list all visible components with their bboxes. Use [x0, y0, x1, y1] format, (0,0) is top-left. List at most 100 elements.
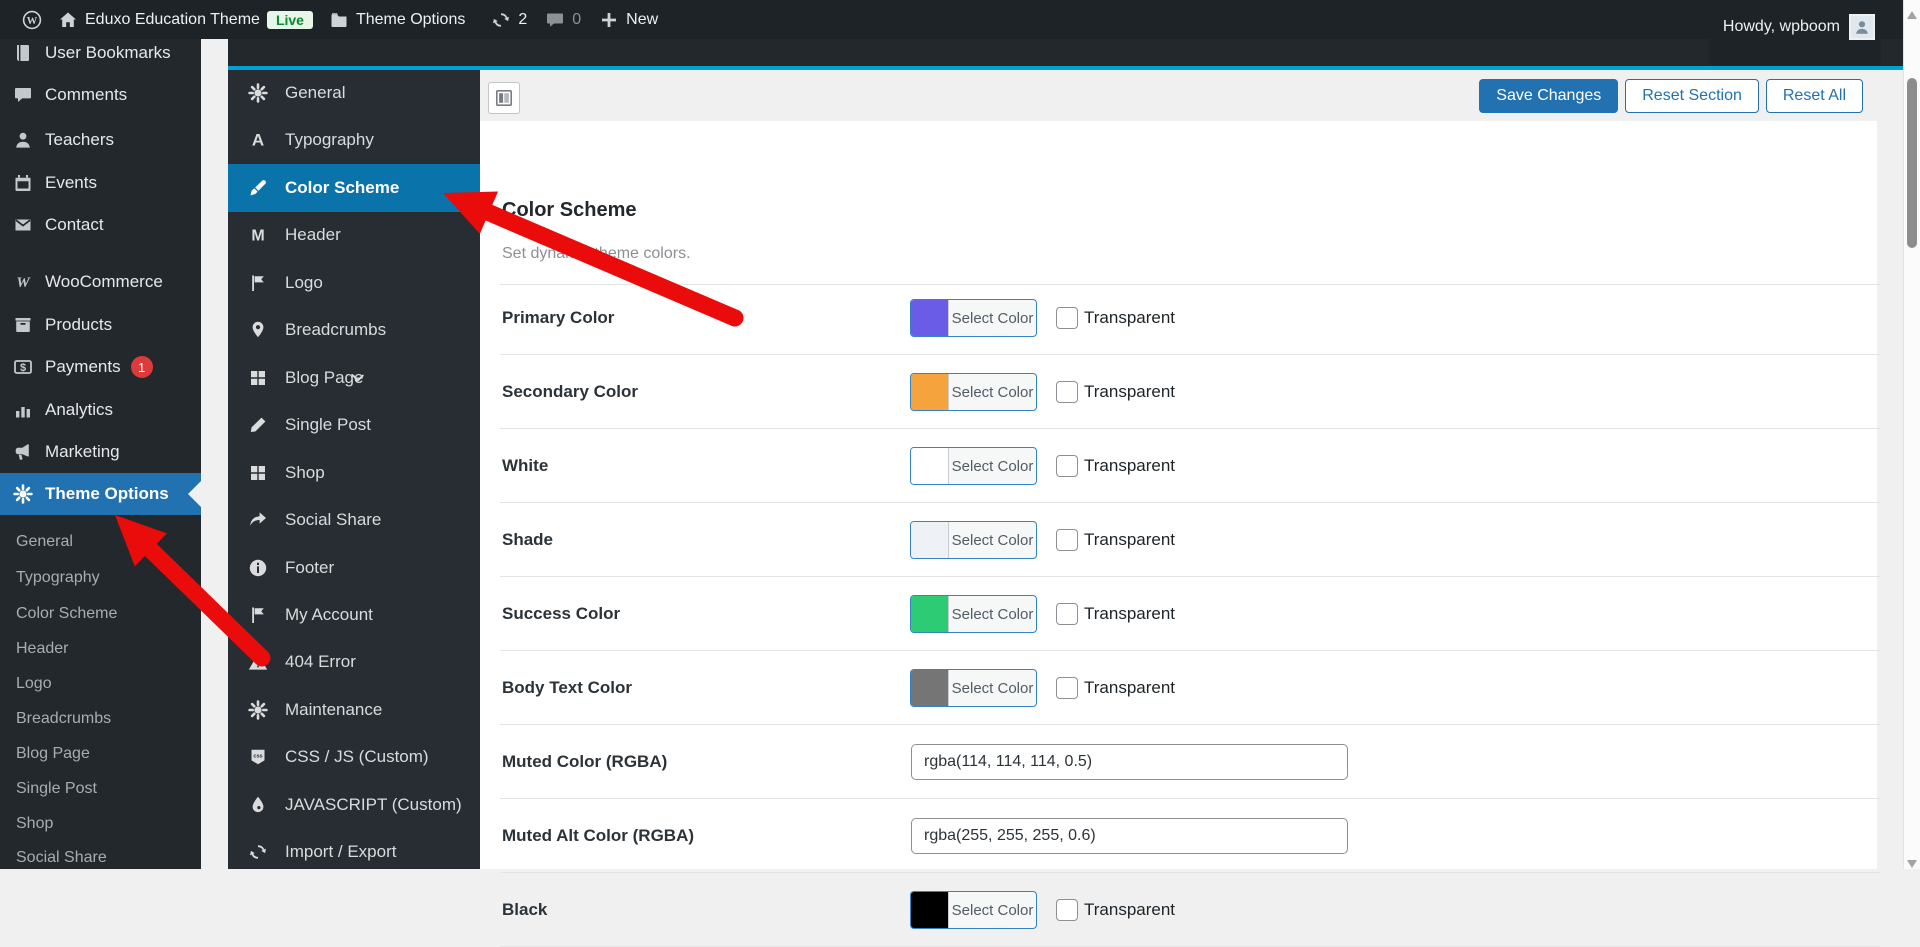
panel-item-css-js-custom-[interactable]: css CSS / JS (Custom) [228, 733, 480, 781]
envelope-icon [13, 215, 33, 235]
color-picker-button[interactable]: Select Color [910, 447, 1037, 485]
sidebar-subitem-logo[interactable]: Logo [0, 667, 201, 701]
panel-item-social-share[interactable]: Social Share [228, 496, 480, 544]
transparent-checkbox[interactable] [1056, 307, 1078, 329]
wp-logo-menu[interactable]: W [22, 10, 42, 30]
color-picker-button[interactable]: Select Color [910, 299, 1037, 337]
rgba-input[interactable] [911, 818, 1348, 854]
sidebar-subitem-social-share[interactable]: Social Share [0, 841, 201, 875]
color-picker-button[interactable]: Select Color [910, 521, 1037, 559]
sidebar-subitem-typography[interactable]: Typography [0, 561, 201, 595]
color-swatch [911, 670, 949, 706]
panel-item-shop[interactable]: Shop [228, 449, 480, 497]
transparent-checkbox[interactable] [1056, 899, 1078, 921]
select-color-label: Select Color [951, 531, 1034, 549]
sidebar-item-contact[interactable]: Contact [0, 204, 201, 246]
setting-label: Black [502, 900, 548, 919]
panel-item-404-error[interactable]: 404 Error [228, 638, 480, 686]
transparent-checkbox[interactable] [1056, 529, 1078, 551]
sidebar-subitem-single-post[interactable]: Single Post [0, 772, 201, 806]
sidebar-item-woocommerce[interactable]: W WooCommerce [0, 261, 201, 303]
info-icon [248, 558, 268, 578]
scroll-up-icon[interactable] [1907, 6, 1917, 19]
scrollbar-thumb[interactable] [1907, 78, 1917, 248]
panel-item-general[interactable]: General [228, 69, 480, 117]
rgba-input[interactable] [911, 744, 1348, 780]
theme-options-adminbar-item[interactable]: Theme Options [329, 10, 465, 30]
scroll-down-icon[interactable] [1907, 855, 1917, 868]
panel-item-breadcrumbs[interactable]: Breadcrumbs [228, 306, 480, 354]
transparent-label: Transparent [1084, 530, 1176, 549]
sidebar-item-events[interactable]: Events [0, 162, 201, 204]
flag-icon [248, 605, 268, 625]
sidebar-gap [201, 39, 228, 869]
setting-label: Muted Color (RGBA) [502, 752, 668, 771]
color-picker-button[interactable]: Select Color [910, 373, 1037, 411]
sidebar-item-analytics[interactable]: Analytics [0, 389, 201, 431]
header-icon: M [248, 225, 268, 245]
panel-item-label: Header [285, 225, 341, 245]
sync-icon [248, 842, 268, 862]
sidebar-item-payments[interactable]: $ Payments 1 [0, 346, 201, 388]
transparent-checkbox[interactable] [1056, 381, 1078, 403]
sidebar-item-products[interactable]: Products [0, 304, 201, 346]
color-picker-button[interactable]: Select Color [910, 669, 1037, 707]
color-swatch [911, 522, 949, 558]
panel-item-my-account[interactable]: My Account [228, 591, 480, 639]
account-menu[interactable]: Howdy, wpboom [1708, 0, 1881, 65]
new-menu[interactable]: New [599, 10, 658, 30]
setting-row-muted-color-rgba-: Muted Color (RGBA) [480, 725, 1903, 799]
sidebar-item-comments[interactable]: Comments [0, 74, 201, 116]
sidebar-subitem-blog-page[interactable]: Blog Page [0, 737, 201, 771]
color-picker-button[interactable]: Select Color [910, 891, 1037, 929]
sidebar-subitem-label: Blog Page [16, 745, 90, 762]
sidebar-subitem-breadcrumbs[interactable]: Breadcrumbs [0, 702, 201, 736]
layout-toggle-button[interactable] [488, 82, 520, 114]
sidebar-item-teachers[interactable]: Teachers [0, 119, 201, 161]
panel-item-label: Import / Export [285, 842, 397, 862]
update-icon [491, 10, 511, 30]
pencil-icon [248, 415, 268, 435]
page-scrollbar[interactable] [1903, 0, 1920, 869]
panel-item-footer[interactable]: Footer [228, 544, 480, 592]
panel-item-typography[interactable]: A Typography [228, 116, 480, 164]
transparent-checkbox[interactable] [1056, 603, 1078, 625]
sidebar-subitem-label: Logo [16, 675, 52, 692]
panel-item-javascript-custom-[interactable]: JAVASCRIPT (Custom) [228, 781, 480, 829]
chevron-down-icon [248, 370, 468, 386]
panel-item-color-scheme[interactable]: Color Scheme [228, 163, 480, 212]
plus-icon [599, 10, 619, 30]
sidebar-subitem-shop[interactable]: Shop [0, 807, 201, 841]
site-menu[interactable]: Eduxo Education Theme Live [58, 10, 313, 30]
reset-all-button[interactable]: Reset All [1765, 79, 1863, 113]
panel-item-logo[interactable]: Logo [228, 259, 480, 307]
sidebar-subitem-color-scheme[interactable]: Color Scheme [0, 597, 201, 631]
panel-item-blog-page[interactable]: Blog Page [228, 354, 480, 402]
site-name: Eduxo Education Theme [85, 10, 260, 28]
transparent-checkbox[interactable] [1056, 677, 1078, 699]
sidebar-subitem-general[interactable]: General [0, 525, 201, 559]
panel-item-header[interactable]: M Header [228, 211, 480, 259]
updates-count: 2 [518, 10, 528, 28]
updates-menu[interactable]: 2 [491, 10, 527, 30]
payments-icon: $ [13, 357, 33, 377]
transparent-label: Transparent [1084, 678, 1176, 697]
css-icon: css [248, 747, 268, 767]
color-swatch [911, 448, 949, 484]
sidebar-subitem-header[interactable]: Header [0, 632, 201, 666]
live-badge: Live [266, 10, 313, 29]
reset-section-button[interactable]: Reset Section [1625, 79, 1759, 113]
transparent-checkbox[interactable] [1056, 455, 1078, 477]
sidebar-item-theme-options[interactable]: Theme Options [0, 473, 201, 515]
color-picker-button[interactable]: Select Color [910, 595, 1037, 633]
select-color-label: Select Color [951, 309, 1034, 327]
save-changes-button[interactable]: Save Changes [1479, 79, 1619, 113]
panel-item-label: Typography [285, 130, 374, 150]
panel-item-single-post[interactable]: Single Post [228, 401, 480, 449]
panel-item-label: Maintenance [285, 699, 383, 719]
color-swatch [911, 596, 949, 632]
sidebar-item-marketing[interactable]: Marketing [0, 431, 201, 473]
comments-menu[interactable]: 0 [545, 10, 581, 30]
sidebar-item-label: User Bookmarks [45, 43, 171, 62]
panel-item-maintenance[interactable]: Maintenance [228, 686, 480, 734]
